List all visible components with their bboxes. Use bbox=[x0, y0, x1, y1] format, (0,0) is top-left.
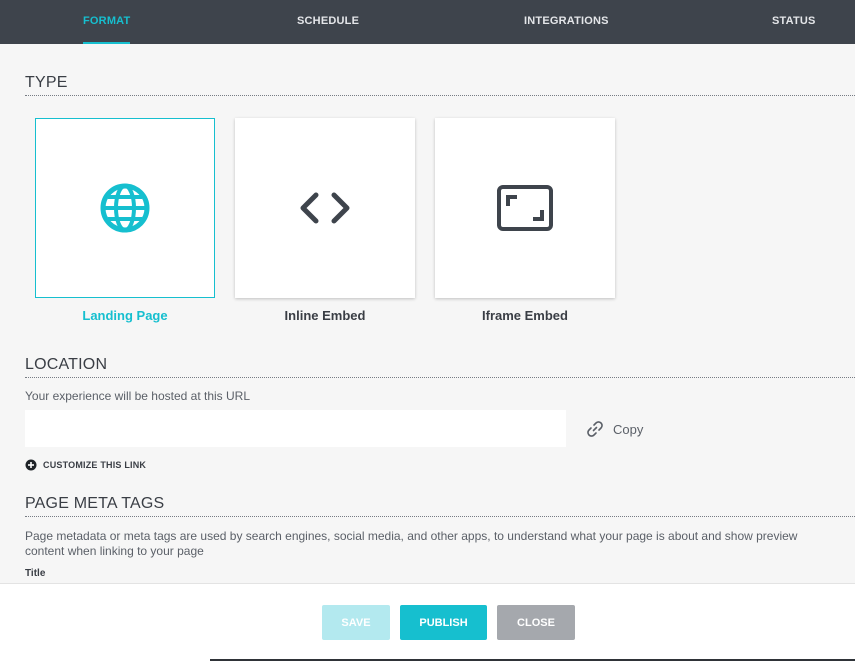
publish-button[interactable]: PUBLISH bbox=[400, 605, 487, 640]
url-input[interactable] bbox=[25, 410, 566, 447]
meta-helper-text: Page metadata or meta tags are used by s… bbox=[25, 529, 798, 558]
meta-section-title: PAGE META TAGS bbox=[25, 495, 165, 512]
footer-bar: SAVE PUBLISH CLOSE bbox=[0, 583, 855, 661]
plus-circle-icon bbox=[25, 459, 37, 471]
customize-link-button[interactable]: CUSTOMIZE THIS LINK bbox=[25, 459, 146, 471]
title-field-label: Title bbox=[25, 568, 46, 579]
type-card-inline-embed[interactable] bbox=[235, 118, 415, 298]
close-button[interactable]: CLOSE bbox=[497, 605, 575, 640]
tab-integrations[interactable]: INTEGRATIONS bbox=[524, 0, 609, 44]
location-section-title: LOCATION bbox=[25, 356, 108, 373]
type-section-divider bbox=[25, 95, 855, 96]
top-nav: FORMAT SCHEDULE INTEGRATIONS STATUS bbox=[0, 0, 855, 44]
copy-label: Copy bbox=[613, 421, 644, 437]
type-label-iframe-embed[interactable]: Iframe Embed bbox=[435, 308, 615, 323]
link-icon bbox=[587, 421, 603, 437]
location-section-divider bbox=[25, 377, 855, 378]
tab-schedule[interactable]: SCHEDULE bbox=[297, 0, 359, 44]
customize-link-label: CUSTOMIZE THIS LINK bbox=[43, 460, 147, 470]
meta-section-divider bbox=[25, 516, 855, 517]
tab-format[interactable]: FORMAT bbox=[83, 0, 131, 44]
code-icon bbox=[300, 192, 350, 224]
type-card-landing-page[interactable] bbox=[35, 118, 215, 298]
type-card-iframe-embed[interactable] bbox=[435, 118, 615, 298]
type-label-inline-embed[interactable]: Inline Embed bbox=[235, 308, 415, 323]
type-label-landing-page[interactable]: Landing Page bbox=[35, 308, 215, 323]
type-section-title: TYPE bbox=[25, 74, 68, 91]
tab-status[interactable]: STATUS bbox=[772, 0, 816, 44]
globe-icon bbox=[100, 183, 150, 233]
copy-button[interactable]: Copy bbox=[585, 419, 643, 439]
frame-icon bbox=[497, 185, 553, 231]
location-helper-text: Your experience will be hosted at this U… bbox=[25, 389, 251, 403]
save-button[interactable]: SAVE bbox=[322, 605, 390, 640]
